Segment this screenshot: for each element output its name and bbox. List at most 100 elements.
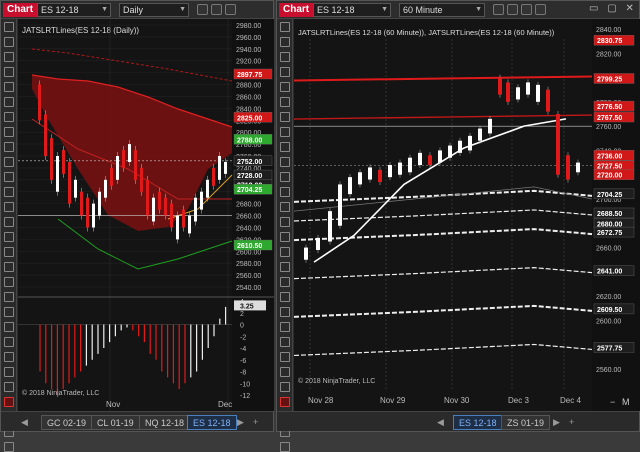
price-tick-label: 2600.00 — [596, 318, 621, 325]
price-tick-label: 2680.00 — [236, 202, 261, 209]
instrument-selector[interactable]: ES 12-18 ▼ — [37, 3, 111, 17]
instrument-selector[interactable]: ES 12-18 ▼ — [313, 3, 391, 17]
tab-es[interactable]: ES 12-18 — [453, 415, 503, 430]
drawing-tool-icon[interactable] — [279, 172, 290, 182]
drawing-tool-icon[interactable] — [279, 292, 290, 302]
drawing-tool-icon[interactable] — [279, 37, 290, 47]
drawing-tool-icon[interactable] — [279, 382, 290, 392]
plot-title: JATSLRTLines(ES 12-18 (60 Minute)), JATS… — [298, 28, 555, 37]
drawing-tool-icon[interactable] — [279, 22, 290, 32]
candle — [128, 144, 131, 162]
tab-zs[interactable]: ZS 01-19 — [501, 415, 551, 430]
chevron-down-icon: ▼ — [381, 6, 388, 13]
candle — [158, 191, 161, 210]
drawing-tool-icon[interactable] — [3, 337, 14, 347]
drawing-tool-icon[interactable] — [3, 307, 14, 317]
drawing-tool-icon[interactable] — [279, 262, 290, 272]
candle — [68, 161, 71, 204]
tab-prev-icon[interactable]: ◀ — [21, 417, 28, 428]
price-badge-label: 2609.50 — [597, 307, 622, 314]
draw-tools-icon[interactable] — [197, 4, 208, 15]
drawing-tool-icon[interactable] — [3, 142, 14, 152]
drawing-tool-icon[interactable] — [279, 52, 290, 62]
drawing-tool-icon[interactable] — [3, 382, 14, 392]
osc-tick-label: 2 — [240, 311, 244, 318]
drawing-tool-icon[interactable] — [279, 142, 290, 152]
interval-selector[interactable]: Daily ▼ — [119, 3, 189, 17]
drawing-tool-icon[interactable] — [3, 232, 14, 242]
price-chart[interactable]: JATSLRTLines(ES 12-18 (60 Minute)), JATS… — [293, 19, 640, 411]
drawing-tool-icon[interactable] — [3, 67, 14, 77]
drawing-tool-icon[interactable] — [3, 52, 14, 62]
window-controls[interactable]: ▭ ▢ ✕ — [589, 3, 637, 14]
drawing-tool-icon[interactable] — [279, 232, 290, 242]
candle — [316, 237, 320, 250]
drawing-tool-icon[interactable] — [3, 397, 14, 407]
add-tab-icon[interactable]: + — [569, 417, 574, 427]
drawing-tool-icon[interactable] — [3, 22, 14, 32]
tab-gc[interactable]: GC 02-19 — [41, 415, 93, 430]
drawing-tool-icon[interactable] — [279, 67, 290, 77]
candle — [358, 172, 362, 185]
indicators-icon[interactable] — [211, 4, 222, 15]
drawing-tool-icon[interactable] — [3, 157, 14, 167]
instrument-tabs: ◀ ES 12-18 ZS 01-19 ▶ + — [277, 411, 639, 431]
draw-tools-icon[interactable] — [493, 4, 504, 15]
drawing-tool-icon[interactable] — [3, 352, 14, 362]
drawing-tool-icon[interactable] — [3, 112, 14, 122]
drawing-tool-icon[interactable] — [3, 247, 14, 257]
drawing-tool-icon[interactable] — [3, 442, 14, 452]
drawing-tool-icon[interactable] — [3, 217, 14, 227]
drawing-tool-icon[interactable] — [279, 127, 290, 137]
drawing-tool-icon[interactable] — [3, 202, 14, 212]
candle — [488, 118, 492, 134]
properties-icon[interactable] — [225, 4, 236, 15]
drawing-tool-icon[interactable] — [3, 262, 14, 272]
drawing-tool-icon[interactable] — [3, 187, 14, 197]
drawing-tool-icon[interactable] — [279, 247, 290, 257]
x-axis-label: Dec 4 — [560, 396, 581, 405]
drawing-tool-icon[interactable] — [279, 352, 290, 362]
price-badge-label: 2577.75 — [597, 345, 622, 352]
drawing-tool-icon[interactable] — [3, 277, 14, 287]
drawing-tool-icon[interactable] — [279, 442, 290, 452]
drawing-tool-icon[interactable] — [3, 292, 14, 302]
candle — [116, 156, 119, 180]
drawing-tool-icon[interactable] — [3, 172, 14, 182]
drawing-tool-icon[interactable] — [3, 322, 14, 332]
candle — [122, 150, 125, 168]
drawing-tool-icon[interactable] — [3, 367, 14, 377]
tab-prev-icon[interactable]: ◀ — [437, 417, 444, 428]
drawing-tool-icon[interactable] — [3, 97, 14, 107]
tab-nq[interactable]: NQ 12-18 — [139, 415, 191, 430]
indicators-icon[interactable] — [507, 4, 518, 15]
drawing-tool-icon[interactable] — [3, 127, 14, 137]
drawing-tool-icon[interactable] — [279, 202, 290, 212]
drawing-tool-icon[interactable] — [279, 112, 290, 122]
interval-selector[interactable]: 60 Minute ▼ — [399, 3, 485, 17]
drawing-tool-icon[interactable] — [3, 37, 14, 47]
tab-cl[interactable]: CL 01-19 — [91, 415, 140, 430]
drawing-tool-icon[interactable] — [279, 82, 290, 92]
strategies-icon[interactable] — [535, 4, 546, 15]
add-tab-icon[interactable]: + — [253, 417, 258, 427]
drawing-tool-icon[interactable] — [279, 337, 290, 347]
title-bar: Chart ES 12-18 ▼ 60 Minute ▼ ▭ ▢ ✕ — [277, 1, 639, 19]
tab-es[interactable]: ES 12-18 — [187, 415, 237, 430]
drawing-tool-icon[interactable] — [279, 397, 290, 407]
drawing-tool-icon[interactable] — [3, 82, 14, 92]
price-chart[interactable]: JATSLRTLines(ES 12-18 (Daily)) 2980.00 296… — [18, 19, 274, 411]
drawing-tool-icon[interactable] — [279, 322, 290, 332]
price-tick-label: 2660.00 — [596, 246, 621, 253]
drawing-tool-icon[interactable] — [279, 157, 290, 167]
tab-next-icon[interactable]: ▶ — [237, 417, 244, 428]
drawing-tool-icon[interactable] — [279, 307, 290, 317]
price-badge-label: 2720.00 — [597, 173, 622, 180]
drawing-tool-icon[interactable] — [279, 217, 290, 227]
drawing-tool-icon[interactable] — [279, 97, 290, 107]
tab-next-icon[interactable]: ▶ — [553, 417, 560, 428]
drawing-tool-icon[interactable] — [279, 187, 290, 197]
drawing-tool-icon[interactable] — [279, 367, 290, 377]
properties-icon[interactable] — [521, 4, 532, 15]
drawing-tool-icon[interactable] — [279, 277, 290, 287]
